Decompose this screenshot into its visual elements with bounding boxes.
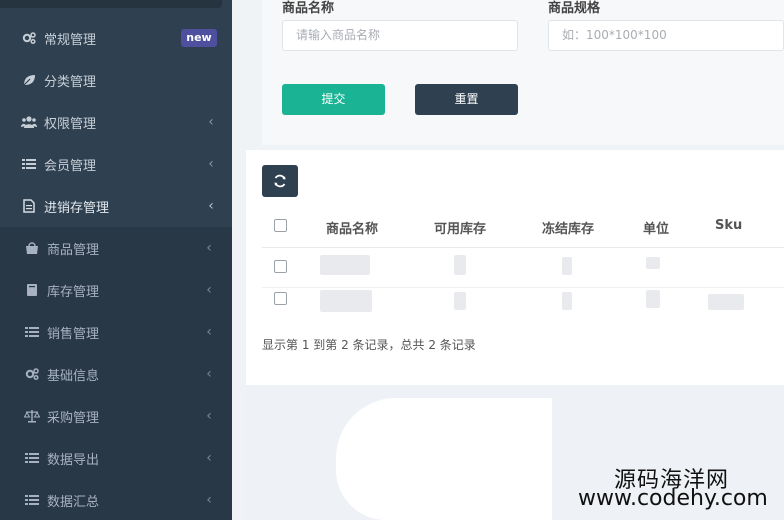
name-input[interactable]: 请输入商品名称 <box>282 20 518 51</box>
list-icon <box>21 156 37 172</box>
refresh-button[interactable] <box>262 165 298 197</box>
submenu-item-label: 销售管理 <box>47 326 100 342</box>
sidebar-item-general[interactable]: 常规管理 new <box>0 17 232 59</box>
submit-button[interactable]: 提交 <box>282 84 385 115</box>
sidebar: 常规管理 new 分类管理 权限管理 ‹ 会员管理 ‹ 进销存管理 ‹ 商品管理… <box>0 0 232 520</box>
row-checkbox[interactable] <box>274 292 287 305</box>
submenu-item-label: 基础信息 <box>47 368 100 384</box>
column-header-name: 商品名称 <box>326 222 379 237</box>
row-checkbox[interactable] <box>274 260 287 273</box>
select-all-checkbox[interactable] <box>274 219 287 232</box>
chevron-left-icon: ‹ <box>208 114 214 130</box>
redacted-cell <box>320 255 370 275</box>
refresh-icon <box>274 174 286 188</box>
chevron-left-icon: ‹ <box>206 282 212 298</box>
spec-label: 商品规格 <box>548 1 601 16</box>
watermark-background <box>336 398 552 520</box>
column-header-available: 可用库存 <box>434 222 487 237</box>
gears-icon <box>21 30 37 46</box>
watermark-url: www.codehy.com <box>578 486 768 511</box>
submenu-item-purchase[interactable]: 采购管理 ‹ <box>0 395 232 437</box>
chevron-left-icon: ‹ <box>206 240 212 256</box>
redacted-cell <box>562 257 572 275</box>
table-row[interactable] <box>262 288 784 328</box>
chevron-left-icon: ‹ <box>208 198 214 214</box>
submenu-item-label: 数据导出 <box>47 452 100 468</box>
submenu-item-data-summary[interactable]: 数据汇总 ‹ <box>0 479 232 520</box>
column-header-frozen: 冻结库存 <box>542 222 595 237</box>
sidebar-top-strip <box>0 0 222 8</box>
submenu-item-data-export[interactable]: 数据导出 ‹ <box>0 437 232 479</box>
column-header-unit: 单位 <box>643 222 670 237</box>
inventory-submenu: 商品管理 ‹ 库存管理 ‹ 销售管理 ‹ 基础信息 ‹ 采购管理 ‹ 数据导出 … <box>0 227 232 520</box>
list-icon <box>24 492 40 508</box>
redacted-cell <box>646 257 660 269</box>
users-icon <box>21 114 37 130</box>
submenu-item-sales[interactable]: 销售管理 ‹ <box>0 311 232 353</box>
redacted-cell <box>454 255 466 275</box>
submenu-item-label: 库存管理 <box>47 284 100 300</box>
redacted-cell <box>562 292 572 310</box>
sidebar-item-label: 分类管理 <box>44 74 97 90</box>
redacted-cell <box>708 294 744 310</box>
file-icon <box>21 198 37 214</box>
sidebar-item-member[interactable]: 会员管理 ‹ <box>0 143 232 185</box>
spec-input[interactable]: 如：100*100*100 <box>548 20 784 51</box>
sidebar-item-inventory[interactable]: 进销存管理 ‹ <box>0 185 232 227</box>
name-label: 商品名称 <box>282 1 335 16</box>
submenu-item-stock[interactable]: 库存管理 ‹ <box>0 269 232 311</box>
pagination-info: 显示第 1 到第 2 条记录，总共 2 条记录 <box>262 338 476 352</box>
list-icon <box>24 324 40 340</box>
chevron-left-icon: ‹ <box>206 408 212 424</box>
new-badge: new <box>181 29 217 47</box>
submenu-item-label: 数据汇总 <box>47 494 100 510</box>
balance-scale-icon <box>24 408 40 424</box>
submenu-item-goods[interactable]: 商品管理 ‹ <box>0 227 232 269</box>
reset-button[interactable]: 重置 <box>415 84 518 115</box>
table-header: 商品名称 可用库存 冻结库存 单位 Sku <box>262 208 784 248</box>
redacted-cell <box>646 290 660 308</box>
chevron-left-icon: ‹ <box>208 156 214 172</box>
redacted-cell <box>454 292 466 310</box>
chevron-left-icon: ‹ <box>206 366 212 382</box>
list-icon <box>24 450 40 466</box>
book-icon <box>24 282 40 298</box>
submenu-item-label: 商品管理 <box>47 242 100 258</box>
table-panel: 商品名称 可用库存 冻结库存 单位 Sku 显示第 1 到第 2 条记录，总共 … <box>246 150 784 385</box>
submenu-item-label: 采购管理 <box>47 410 100 426</box>
column-header-sku: Sku <box>715 218 743 233</box>
shopping-bag-icon <box>24 240 40 256</box>
leaf-icon <box>21 72 37 88</box>
search-form: 商品名称 请输入商品名称 商品规格 如：100*100*100 提交 重置 <box>262 0 784 145</box>
sidebar-item-category[interactable]: 分类管理 <box>0 59 232 101</box>
gears-icon <box>24 366 40 382</box>
chevron-left-icon: ‹ <box>206 324 212 340</box>
chevron-left-icon: ‹ <box>206 492 212 508</box>
table-row[interactable] <box>262 248 784 288</box>
chevron-left-icon: ‹ <box>206 450 212 466</box>
sidebar-item-permission[interactable]: 权限管理 ‹ <box>0 101 232 143</box>
submenu-item-basic-info[interactable]: 基础信息 ‹ <box>0 353 232 395</box>
redacted-cell <box>320 290 372 312</box>
